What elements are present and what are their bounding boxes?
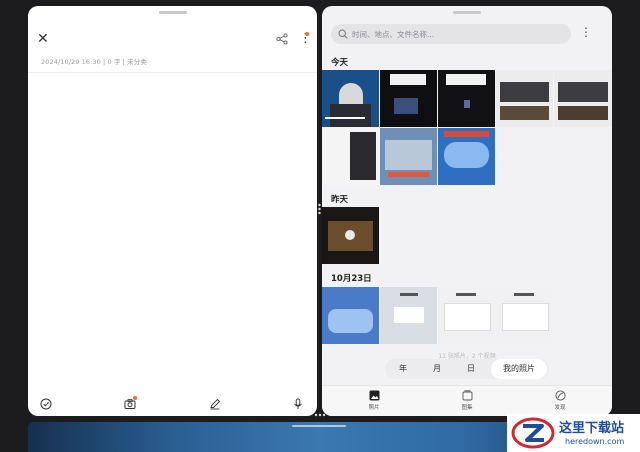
note-toolbar bbox=[28, 392, 317, 416]
photo-thumb[interactable] bbox=[380, 128, 437, 185]
nav-item-albums[interactable]: 图集 bbox=[447, 390, 487, 411]
share-icon[interactable] bbox=[276, 33, 288, 45]
view-tab-my-photos[interactable]: 我的照片 bbox=[491, 359, 547, 379]
nav-item-discover[interactable]: 发现 bbox=[540, 390, 580, 411]
albums-icon bbox=[462, 390, 472, 401]
discover-icon bbox=[554, 390, 566, 401]
window-drag-handle[interactable] bbox=[453, 11, 481, 14]
note-window: ✕ ⋮ 2024/10/29 16:30 | 0 字 | 未分类 bbox=[28, 6, 317, 416]
view-tab-day[interactable]: 日 bbox=[457, 359, 485, 379]
search-icon bbox=[338, 29, 348, 39]
photo-thumb[interactable] bbox=[380, 287, 437, 344]
photo-thumb[interactable] bbox=[438, 70, 495, 127]
photos-icon bbox=[369, 390, 379, 401]
section-title-oct23: 10月23日 bbox=[331, 274, 372, 284]
photo-thumb[interactable] bbox=[380, 70, 437, 127]
photo-thumb[interactable] bbox=[322, 128, 379, 185]
photo-thumb[interactable] bbox=[322, 70, 379, 127]
camera-badge-dot bbox=[133, 396, 137, 400]
watermark-url: heredown.com bbox=[565, 437, 625, 446]
watermark-emblem-icon bbox=[511, 417, 555, 449]
checklist-icon[interactable] bbox=[40, 398, 52, 410]
search-input[interactable]: 时间、地点、文件名称... bbox=[331, 24, 571, 44]
search-placeholder: 时间、地点、文件名称... bbox=[352, 30, 435, 39]
section-title-today: 今天 bbox=[331, 58, 349, 68]
photo-thumb[interactable] bbox=[438, 128, 495, 185]
bottom-navigation: 照片 图集 发现 bbox=[322, 385, 612, 416]
photo-thumb[interactable] bbox=[554, 70, 612, 127]
notification-dot bbox=[305, 32, 309, 36]
pen-icon[interactable] bbox=[209, 398, 221, 410]
nav-item-photos[interactable]: 照片 bbox=[354, 390, 394, 411]
more-vertical-icon[interactable]: ⋮ bbox=[580, 26, 592, 38]
view-switcher: 年 月 日 我的照片 bbox=[385, 359, 549, 379]
photo-thumb[interactable] bbox=[322, 287, 379, 344]
microphone-icon[interactable] bbox=[292, 398, 304, 410]
split-resize-handle[interactable] bbox=[318, 203, 321, 215]
watermark-name: 这里下载站 bbox=[559, 421, 625, 436]
view-tab-month[interactable]: 月 bbox=[423, 359, 451, 379]
divider bbox=[28, 72, 317, 73]
photo-thumb[interactable] bbox=[438, 287, 495, 344]
view-tab-year[interactable]: 年 bbox=[389, 359, 417, 379]
video-thumb[interactable] bbox=[322, 207, 379, 264]
watermark-logo: 这里下载站 heredown.com bbox=[507, 414, 640, 452]
note-meta-info: 2024/10/29 16:30 | 0 字 | 未分类 bbox=[41, 58, 147, 66]
close-icon[interactable]: ✕ bbox=[37, 32, 49, 46]
window-drag-handle[interactable] bbox=[292, 425, 346, 427]
gallery-window: 时间、地点、文件名称... ⋮ 今天 昨天 10月23日 11 张照片，2 个视… bbox=[322, 6, 612, 416]
photo-thumb[interactable] bbox=[496, 287, 553, 344]
photo-thumb[interactable] bbox=[496, 70, 553, 127]
section-title-yesterday: 昨天 bbox=[331, 195, 349, 205]
window-drag-handle[interactable] bbox=[158, 11, 187, 14]
